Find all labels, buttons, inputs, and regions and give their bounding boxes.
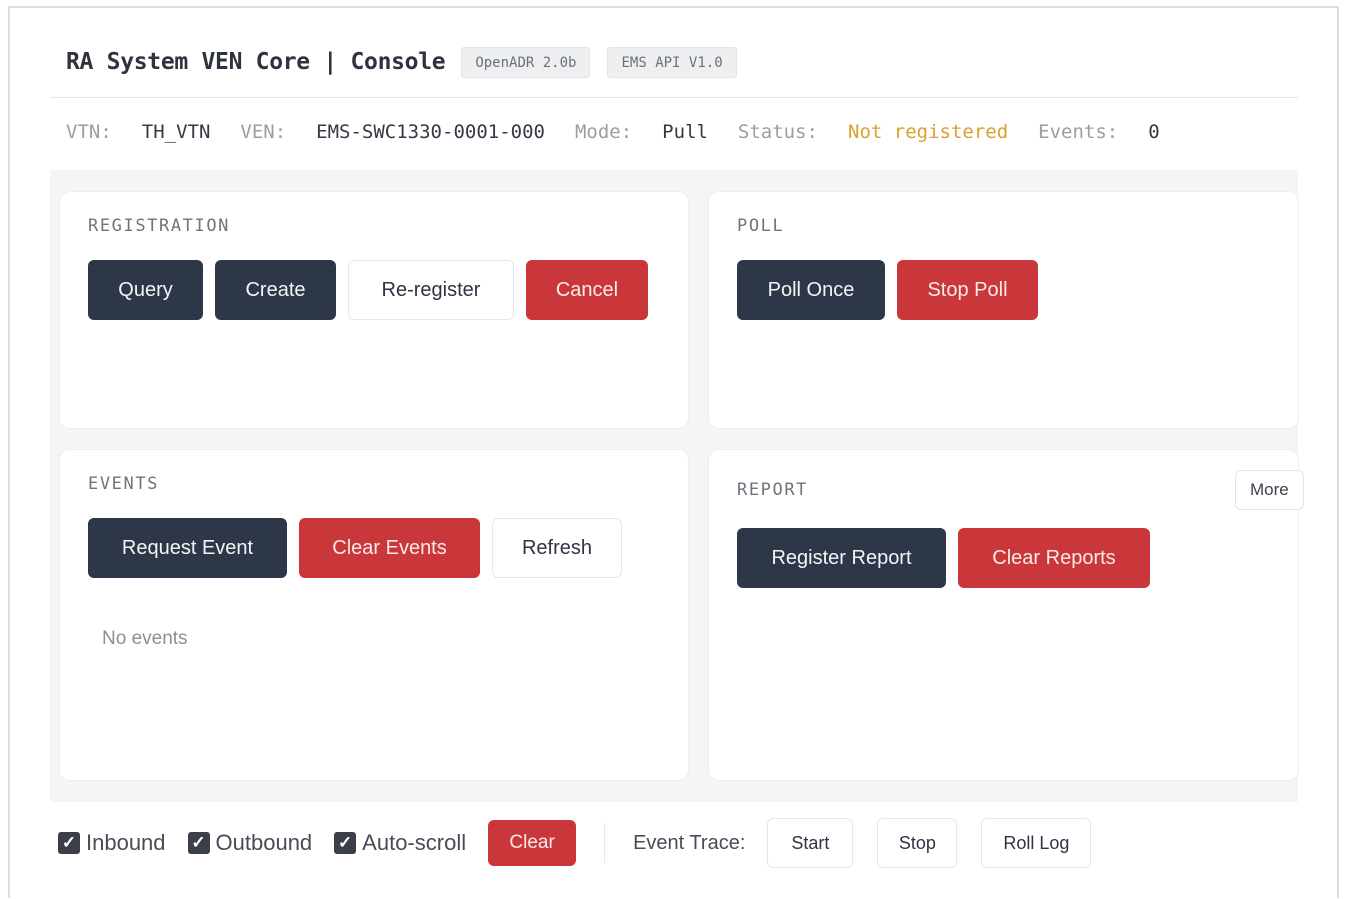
- request-event-button[interactable]: Request Event: [88, 518, 287, 578]
- header: RA System VEN Core | Console OpenADR 2.0…: [66, 44, 737, 80]
- mode-label: Mode:: [574, 121, 633, 143]
- report-card: REPORT More Register Report Clear Report…: [709, 450, 1304, 780]
- re-register-button[interactable]: Re-register: [348, 260, 514, 320]
- events-count-value: 0: [1148, 121, 1160, 143]
- trace-start-button[interactable]: Start: [767, 818, 854, 868]
- checkbox-checked-icon: ✓: [58, 832, 80, 854]
- trace-stop-button[interactable]: Stop: [877, 818, 958, 868]
- register-report-button[interactable]: Register Report: [737, 528, 946, 588]
- poll-heading: POLL: [737, 216, 785, 236]
- panel-area: REGISTRATION Query Create Re-register Ca…: [50, 170, 1304, 802]
- checkbox-checked-icon: ✓: [334, 832, 357, 854]
- cancel-button[interactable]: Cancel: [526, 260, 648, 320]
- toolbar-divider: [604, 823, 606, 863]
- events-card: EVENTS Request Event Clear Events Refres…: [60, 450, 688, 780]
- auto-scroll-label: Auto-scroll: [362, 830, 467, 855]
- vtn-label: VTN:: [66, 121, 112, 143]
- registration-card: REGISTRATION Query Create Re-register Ca…: [60, 192, 688, 428]
- events-count-label: Events:: [1038, 121, 1119, 143]
- create-button[interactable]: Create: [215, 260, 336, 320]
- poll-actions: Poll Once Stop Poll: [737, 260, 1038, 320]
- vtn-value: TH_VTN: [141, 121, 211, 143]
- clear-reports-button[interactable]: Clear Reports: [958, 528, 1150, 588]
- poll-once-button[interactable]: Poll Once: [737, 260, 885, 320]
- outbound-label: Outbound: [215, 830, 313, 855]
- status-bar: VTN: TH_VTN VEN: EMS-SWC1330-0001-000 Mo…: [66, 118, 1160, 146]
- registration-heading: REGISTRATION: [88, 216, 231, 236]
- protocol-badge: OpenADR 2.0b: [461, 46, 591, 78]
- more-button[interactable]: More: [1235, 470, 1304, 510]
- api-version-badge: EMS API V1.0: [607, 46, 737, 78]
- page-title: RA System VEN Core | Console: [66, 49, 446, 75]
- log-toolbar: ✓ Inbound ✓ Outbound ✓ Auto-scroll Clear…: [58, 818, 1115, 868]
- outbound-checkbox[interactable]: ✓ Outbound: [187, 830, 313, 856]
- checkbox-checked-icon: ✓: [187, 832, 210, 854]
- poll-card: POLL Poll Once Stop Poll: [709, 192, 1298, 428]
- events-empty-state: No events: [102, 628, 188, 649]
- registration-status-value: Not registered: [848, 121, 1009, 143]
- status-label: Status:: [737, 121, 818, 143]
- query-button[interactable]: Query: [88, 260, 203, 320]
- inbound-label: Inbound: [86, 830, 166, 855]
- inbound-checkbox[interactable]: ✓ Inbound: [58, 830, 166, 856]
- ven-label: VEN:: [240, 121, 287, 143]
- auto-scroll-checkbox[interactable]: ✓ Auto-scroll: [334, 830, 466, 856]
- registration-actions: Query Create Re-register Cancel: [88, 260, 648, 320]
- ven-value: EMS-SWC1330-0001-000: [316, 121, 545, 143]
- events-heading: EVENTS: [88, 474, 160, 494]
- refresh-button[interactable]: Refresh: [492, 518, 622, 578]
- clear-log-button[interactable]: Clear: [488, 820, 577, 866]
- mode-value: Pull: [662, 121, 708, 143]
- events-actions: Request Event Clear Events Refresh: [88, 518, 622, 578]
- report-heading: REPORT: [737, 480, 809, 500]
- report-actions: Register Report Clear Reports: [737, 528, 1150, 588]
- roll-log-button[interactable]: Roll Log: [981, 818, 1092, 868]
- stop-poll-button[interactable]: Stop Poll: [897, 260, 1038, 320]
- clear-events-button[interactable]: Clear Events: [299, 518, 480, 578]
- header-divider: [50, 97, 1298, 98]
- event-trace-label: Event Trace:: [633, 831, 746, 854]
